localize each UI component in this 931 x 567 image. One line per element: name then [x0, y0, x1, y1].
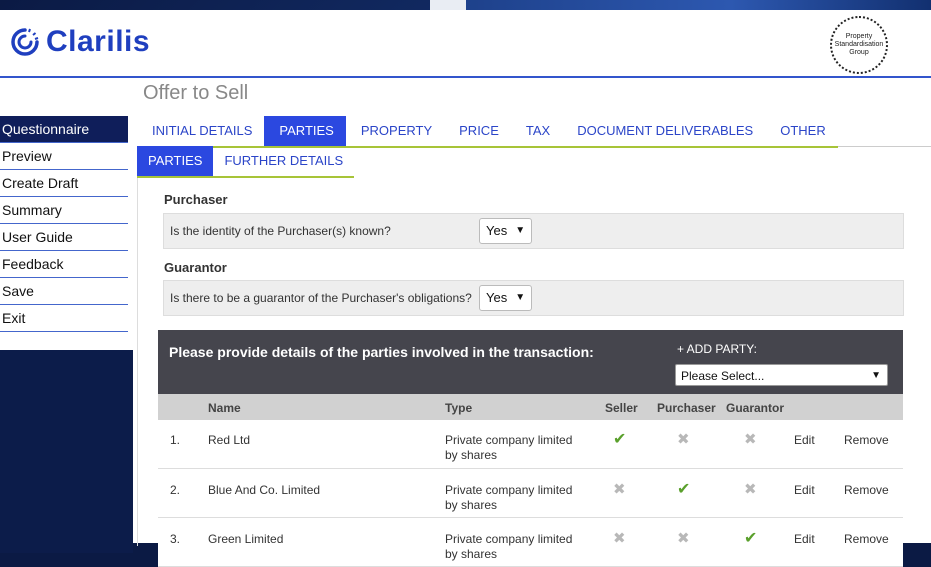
party-name: Blue And Co. Limited — [208, 483, 321, 497]
tab-initial-details[interactable]: INITIAL DETAILS — [137, 116, 264, 146]
remove-button[interactable]: Remove — [844, 532, 889, 546]
party-type-line-2: by shares — [445, 498, 498, 512]
tab-tax[interactable]: TAX — [511, 116, 562, 146]
clarilis-logo-icon — [11, 28, 39, 56]
purchaser-cross-icon: ✖ — [677, 431, 690, 448]
seller-cross-icon: ✖ — [613, 530, 626, 547]
purchaser-cross-icon: ✖ — [677, 530, 690, 547]
page-title: Offer to Sell — [143, 82, 249, 104]
guarantor-value: Yes — [486, 290, 508, 305]
brand-name: Clarilis — [46, 25, 151, 58]
add-party-placeholder: Please Select... — [681, 369, 765, 383]
party-type-line-1: Private company limited — [445, 433, 573, 447]
guarantor-select[interactable]: Yes ▼ — [479, 285, 533, 311]
sidebar-item-exit[interactable]: Exit — [0, 305, 128, 332]
tab-document-deliverables[interactable]: DOCUMENT DELIVERABLES — [562, 116, 765, 146]
chevron-down-icon: ▼ — [871, 370, 881, 381]
column-guarantor: Guarantor — [726, 401, 785, 415]
party-type-line-2: by shares — [445, 547, 498, 561]
edit-button[interactable]: Edit — [794, 433, 815, 447]
sub-tabs: PARTIES FURTHER DETAILS — [137, 146, 355, 178]
edit-button[interactable]: Edit — [794, 483, 815, 497]
party-type: Private company limited by shares — [445, 532, 572, 562]
seller-cross-icon: ✖ — [613, 481, 626, 498]
column-type: Type — [445, 401, 473, 415]
chevron-down-icon: ▼ — [515, 225, 526, 236]
add-party-select[interactable]: Please Select... ▼ — [675, 364, 888, 386]
guarantor-section-label: Guarantor — [164, 260, 227, 275]
column-purchaser: Purchaser — [657, 401, 716, 415]
chevron-down-icon: ▼ — [515, 292, 526, 303]
guarantor-question-text: Is there to be a guarantor of the Purcha… — [170, 291, 472, 305]
parties-table-header: Name Type Seller Purchaser Guarantor — [158, 394, 903, 420]
guarantor-cross-icon: ✖ — [744, 481, 757, 498]
sidebar-item-summary[interactable]: Summary — [0, 197, 128, 224]
app-header: Clarilis Property Standardisation Group — [0, 10, 931, 78]
tab-parties[interactable]: PARTIES — [264, 116, 346, 146]
tab-other[interactable]: OTHER — [765, 116, 838, 146]
purchaser-question-row: Is the identity of the Purchaser(s) know… — [163, 213, 904, 249]
parties-header: Please provide details of the parties in… — [158, 330, 903, 394]
guarantor-cross-icon: ✖ — [744, 431, 757, 448]
row-number: 1. — [170, 433, 181, 447]
tab-property[interactable]: PROPERTY — [346, 116, 444, 146]
row-number: 3. — [170, 532, 181, 546]
purchaser-check-icon: ✔ — [677, 481, 691, 498]
party-type-line-1: Private company limited — [445, 483, 573, 497]
row-number: 2. — [170, 483, 181, 497]
sidebar-item-questionnaire[interactable]: Questionnaire — [0, 116, 128, 143]
guarantor-question-row: Is there to be a guarantor of the Purcha… — [163, 280, 904, 316]
column-name: Name — [208, 401, 241, 415]
property-standardisation-group-seal: Property Standardisation Group — [830, 16, 888, 74]
table-row: 1. Red Ltd Private company limited by sha… — [158, 420, 903, 469]
party-type-line-2: by shares — [445, 448, 498, 462]
background-window-edge — [0, 350, 133, 553]
parties-panel: Please provide details of the parties in… — [158, 330, 903, 567]
party-type: Private company limited by shares — [445, 483, 572, 513]
edit-button[interactable]: Edit — [794, 532, 815, 546]
party-name: Green Limited — [208, 532, 284, 546]
seal-line-3: Group — [849, 49, 869, 56]
sidebar-nav: Questionnaire Preview Create Draft Summa… — [0, 116, 128, 332]
subtab-further-details[interactable]: FURTHER DETAILS — [213, 146, 354, 176]
sidebar-item-user-guide[interactable]: User Guide — [0, 224, 128, 251]
tab-price[interactable]: PRICE — [444, 116, 511, 146]
parties-title: Please provide details of the parties in… — [169, 344, 594, 360]
column-seller: Seller — [605, 401, 638, 415]
add-party-label: + ADD PARTY: — [677, 342, 757, 356]
purchaser-known-value: Yes — [486, 223, 508, 238]
app-window: Clarilis Property Standardisation Group … — [0, 10, 931, 567]
party-type: Private company limited by shares — [445, 433, 572, 463]
remove-button[interactable]: Remove — [844, 483, 889, 497]
party-name: Red Ltd — [208, 433, 251, 447]
seal-line-1: Property — [845, 33, 873, 40]
purchaser-known-select[interactable]: Yes ▼ — [479, 218, 533, 244]
purchaser-section-label: Purchaser — [164, 192, 228, 207]
sidebar-item-preview[interactable]: Preview — [0, 143, 128, 170]
purchaser-question-text: Is the identity of the Purchaser(s) know… — [170, 224, 391, 238]
sidebar-item-create-draft[interactable]: Create Draft — [0, 170, 128, 197]
remove-button[interactable]: Remove — [844, 433, 889, 447]
subtab-parties[interactable]: PARTIES — [137, 146, 214, 176]
seal-line-2: Standardisation — [834, 41, 884, 48]
table-row: 2. Blue And Co. Limited Private company … — [158, 469, 903, 518]
sidebar-item-feedback[interactable]: Feedback — [0, 251, 128, 278]
guarantor-check-icon: ✔ — [744, 530, 758, 547]
sidebar-item-save[interactable]: Save — [0, 278, 128, 305]
party-type-line-1: Private company limited — [445, 532, 573, 546]
clarilis-logo[interactable]: Clarilis — [10, 20, 150, 64]
main-tabs: INITIAL DETAILS PARTIES PROPERTY PRICE T… — [137, 116, 931, 148]
seller-check-icon: ✔ — [613, 431, 627, 448]
